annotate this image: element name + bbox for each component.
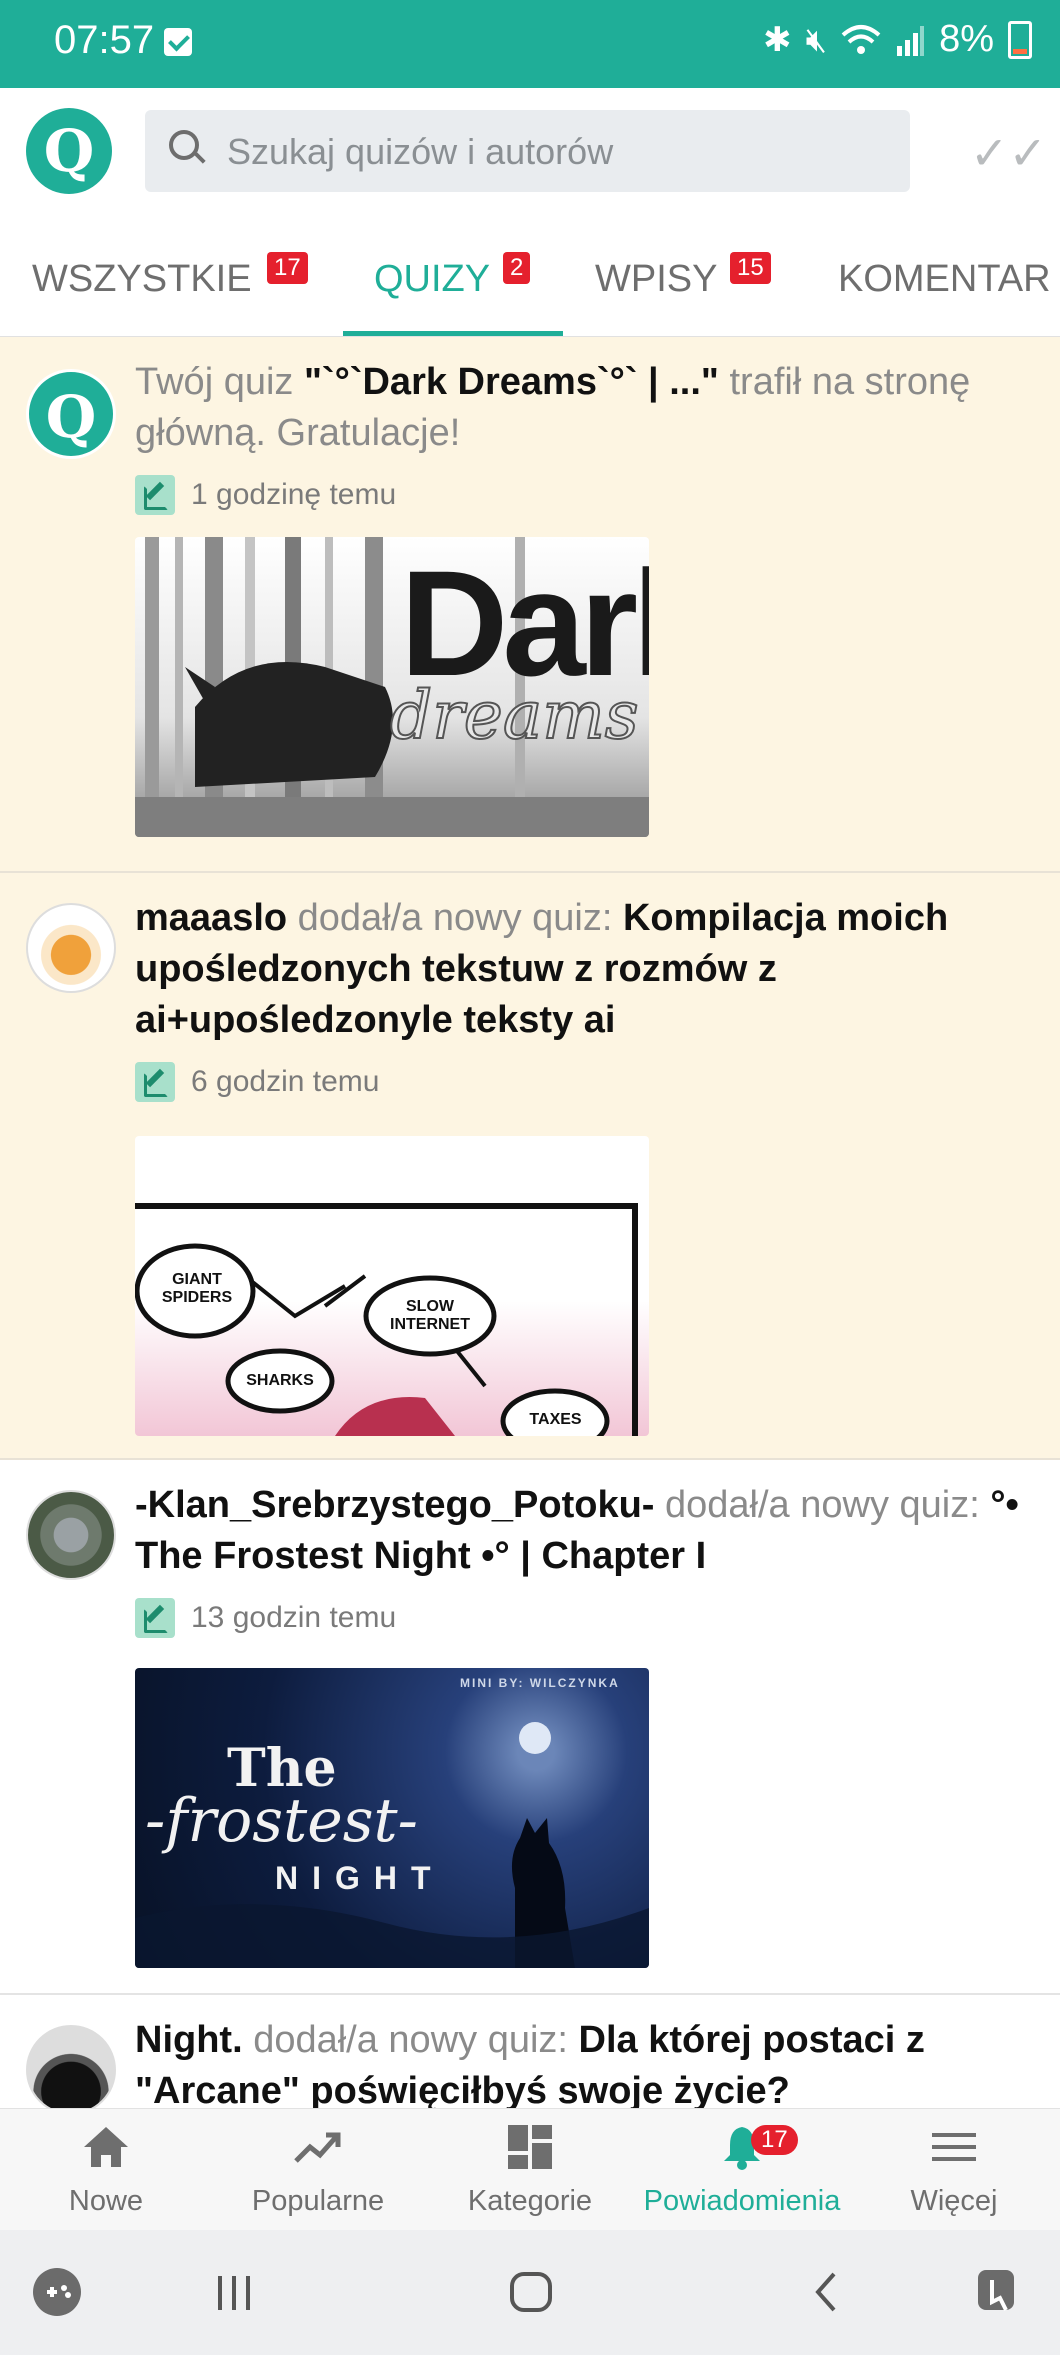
nav-label: Popularne: [251, 2185, 385, 2217]
tab-quizzes[interactable]: QUIZY 2: [343, 218, 563, 336]
tab-badge: 2: [503, 252, 531, 284]
wifi-icon: [841, 24, 881, 54]
nav-more[interactable]: Więcej: [848, 2109, 1060, 2231]
bottom-navigation: Nowe Popularne Kategorie 17 Powiadomieni…: [0, 2108, 1060, 2231]
notification-item[interactable]: maaaslo dodał/a nowy quiz: Kompilacja mo…: [0, 873, 1060, 1460]
avatar: [26, 2025, 116, 2115]
comic-bubble: SLOW INTERNET: [390, 1298, 470, 1333]
edit-icon: [135, 1598, 175, 1638]
home-icon: [84, 2127, 128, 2167]
notification-meta: 6 godzin temu: [135, 1062, 1025, 1102]
quiz-title[interactable]: "`°`Dark Dreams`°` | ...": [304, 361, 719, 403]
back-icon[interactable]: [806, 2260, 846, 2324]
edit-icon: [135, 1062, 175, 1102]
notification-text: -Klan_Srebrzystego_Potoku- dodał/a nowy …: [135, 1484, 1019, 1577]
recent-apps-icon[interactable]: [212, 2260, 256, 2324]
quiz-thumbnail[interactable]: MINI BY: WILCZYNKA The -frostest- NIGHT: [135, 1668, 649, 1968]
nav-badge: 17: [751, 2125, 798, 2155]
nav-popular[interactable]: Popularne: [212, 2109, 424, 2231]
thumbnail-night: NIGHT: [275, 1860, 445, 1896]
avatar: [26, 903, 116, 993]
accessibility-touch-icon[interactable]: [970, 2260, 1030, 2324]
nav-notifications[interactable]: 17 Powiadomienia: [636, 2109, 848, 2231]
dashboard-icon: [508, 2125, 552, 2169]
notification-item[interactable]: Q Twój quiz "`°`Dark Dreams`°` | ..." tr…: [0, 337, 1060, 873]
avatar: [26, 1490, 116, 1580]
status-icons: ✱ 🔇︎ 8%: [763, 18, 1032, 61]
tab-all[interactable]: WSZYSTKIE 17: [32, 218, 312, 336]
notification-meta: 13 godzin temu: [135, 1598, 1025, 1638]
avatar: Q: [26, 369, 116, 459]
notification-time: 1 godzinę temu: [191, 478, 397, 511]
edit-icon: [135, 475, 175, 515]
thumbnail-subtitle: -frostest-: [145, 1786, 418, 1856]
nav-label: Nowe: [68, 2185, 144, 2217]
notification-meta: 1 godzinę temu: [135, 475, 1025, 515]
notification-time: 13 godzin temu: [191, 1601, 397, 1634]
tab-badge: 17: [267, 252, 308, 284]
nav-categories[interactable]: Kategorie: [424, 2109, 636, 2231]
battery-icon: [1008, 20, 1032, 59]
nav-new[interactable]: Nowe: [0, 2109, 212, 2231]
nav-label: Kategorie: [467, 2185, 593, 2217]
notification-item[interactable]: -Klan_Srebrzystego_Potoku- dodał/a nowy …: [0, 1460, 1060, 1995]
search-icon: [169, 130, 199, 160]
nav-label: Powiadomienia: [643, 2185, 841, 2217]
notification-tabs: WSZYSTKIE 17 QUIZY 2 WPISY 15 KOMENTAR: [0, 218, 1060, 337]
mark-all-read-icon[interactable]: ✓✓: [970, 126, 1047, 180]
notification-list: Q Twój quiz "`°`Dark Dreams`°` | ..." tr…: [0, 337, 1060, 2195]
app-bar: Q ✓✓: [0, 88, 1060, 218]
tab-comments[interactable]: KOMENTAR: [838, 218, 1060, 336]
tab-label: WSZYSTKIE: [32, 258, 252, 300]
thumbnail-subtitle: dreams: [389, 676, 640, 755]
home-button-icon[interactable]: [506, 2260, 556, 2324]
comic-bubble: SHARKS: [246, 1372, 314, 1389]
tab-label: QUIZY: [374, 258, 491, 300]
trending-icon: [294, 2132, 341, 2163]
tab-badge: 15: [730, 252, 771, 284]
notification-text: Night. dodał/a nowy quiz: Dla której pos…: [135, 2019, 925, 2112]
comic-bubble: GIANT SPIDERS: [161, 1271, 233, 1306]
nav-label: Więcej: [910, 2185, 998, 2217]
tab-label: KOMENTAR: [838, 258, 1051, 300]
mute-icon: 🔇︎: [805, 20, 828, 59]
status-bar: 07:57 ✱ 🔇︎ 8%: [0, 0, 1060, 88]
author-name[interactable]: maaaslo: [135, 897, 287, 939]
thumbnail-credit: MINI BY: WILCZYNKA: [460, 1676, 620, 1690]
status-time: 07:57: [54, 18, 155, 62]
tab-label: WPISY: [595, 258, 718, 300]
battery-percent: 8%: [939, 18, 994, 60]
tab-posts[interactable]: WPISY 15: [595, 218, 785, 336]
notification-check-icon: [164, 28, 192, 56]
active-tab-indicator: [343, 331, 563, 336]
notification-text: maaaslo dodał/a nowy quiz: Kompilacja mo…: [135, 897, 949, 1041]
app-logo[interactable]: Q: [26, 108, 112, 194]
quiz-thumbnail[interactable]: Dark dreams: [135, 537, 649, 837]
quiz-thumbnail[interactable]: GIANT SPIDERS SLOW INTERNET SHARKS TAXES: [135, 1136, 649, 1436]
comic-bubble: TAXES: [529, 1411, 582, 1428]
bluetooth-icon: ✱: [763, 20, 792, 59]
search-bar[interactable]: [145, 110, 910, 194]
menu-icon: [932, 2133, 976, 2161]
game-launcher-icon[interactable]: [30, 2260, 84, 2324]
notification-time: 6 godzin temu: [191, 1065, 380, 1098]
search-input[interactable]: [225, 110, 889, 194]
notification-text: Twój quiz "`°`Dark Dreams`°` | ..." traf…: [135, 361, 971, 454]
signal-icon: [897, 25, 925, 56]
author-name[interactable]: -Klan_Srebrzystego_Potoku-: [135, 1484, 654, 1526]
system-navigation-bar: [0, 2230, 1060, 2355]
author-name[interactable]: Night.: [135, 2019, 243, 2061]
